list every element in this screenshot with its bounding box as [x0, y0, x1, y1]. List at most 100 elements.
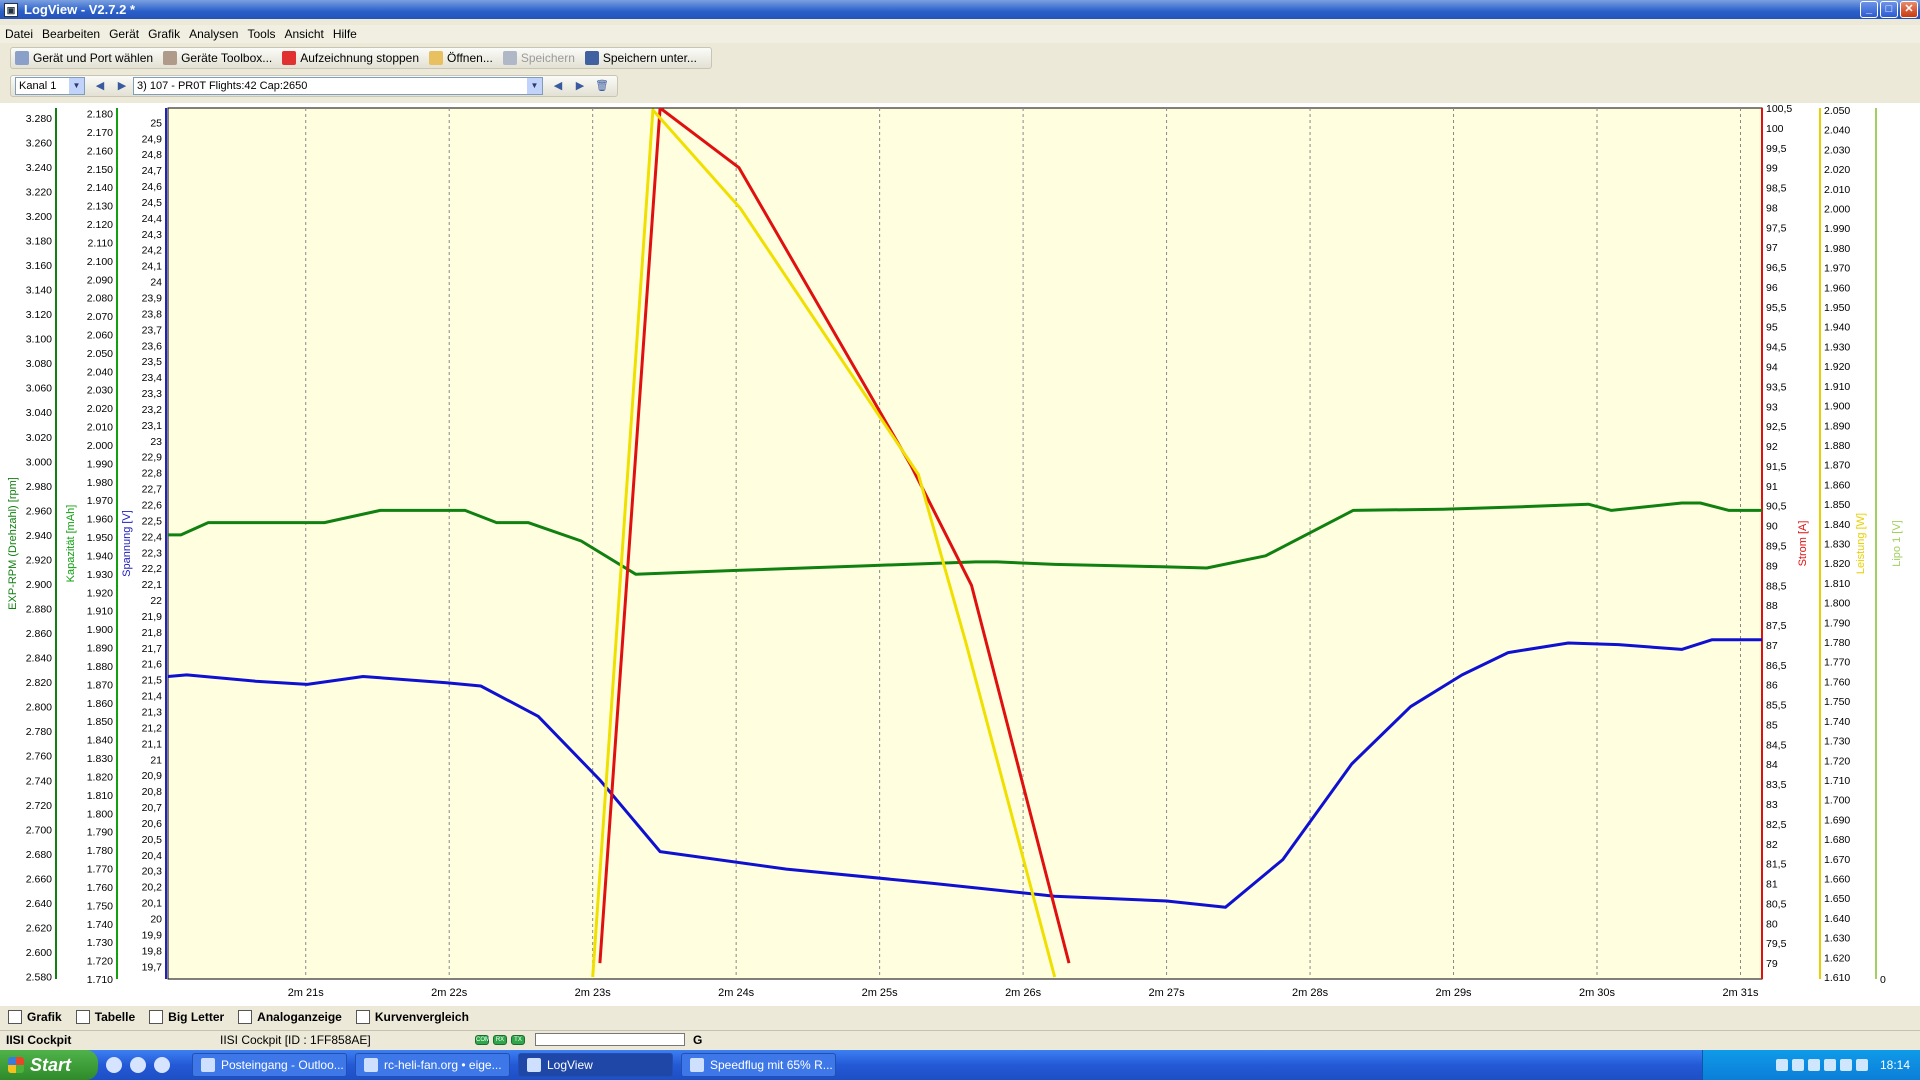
chart-area: 2m 21s 2m 22s 2m 23s 2m 24s 2m 25s 2m 26s 2m 2…: [0, 103, 1920, 1006]
menu-tools[interactable]: Tools: [247, 27, 275, 41]
y-tick-label: 20,5: [142, 834, 163, 846]
tray-icon[interactable]: [1839, 1059, 1852, 1071]
menu-ansicht[interactable]: Ansicht: [284, 27, 323, 41]
next-flight-button[interactable]: ▶: [572, 78, 588, 94]
y-tick-label: 99,5: [1766, 143, 1787, 155]
device-toolbox-button[interactable]: Geräte Toolbox...: [163, 51, 272, 65]
menu-geraet[interactable]: Gerät: [109, 27, 139, 41]
curve-compare-icon: [355, 1010, 370, 1024]
menu-grafik[interactable]: Grafik: [148, 27, 180, 41]
maximize-button[interactable]: □: [1880, 1, 1898, 18]
y-tick-label: 1.720: [1824, 755, 1850, 767]
quicklaunch-icon[interactable]: [106, 1057, 122, 1073]
save-as-button[interactable]: Speichern unter...: [584, 51, 697, 65]
y-tick-label: 2.030: [87, 385, 113, 397]
select-device-button[interactable]: Gerät und Port wählen: [15, 51, 153, 65]
y-tick-label: 20,9: [142, 770, 163, 782]
flight-select[interactable]: 3) 107 - PR0T Flights:42 Cap:2650 ▼: [133, 77, 543, 95]
minimize-button[interactable]: _: [1860, 1, 1878, 18]
y-tick-label: 1.970: [87, 495, 113, 507]
next-channel-button[interactable]: ▶: [114, 78, 130, 94]
menu-analysen[interactable]: Analysen: [189, 27, 238, 41]
y-tick-label: 2.110: [88, 237, 114, 249]
y-tick-label: 23,3: [142, 388, 163, 400]
y-tick-label: 2.100: [87, 256, 113, 268]
task-speedflug[interactable]: Speedflug mit 65% R...: [681, 1053, 836, 1077]
y-tick-label: 2.700: [26, 824, 52, 836]
y-tick-label: 1.710: [1824, 775, 1850, 787]
y-tick-label: 24,4: [142, 213, 163, 225]
y-tick-label: 88: [1766, 600, 1778, 612]
y-tick-label: 93,5: [1766, 381, 1787, 393]
y-tick-label: 1.910: [1824, 381, 1850, 393]
tray-icon[interactable]: [1775, 1059, 1788, 1071]
task-outlook[interactable]: Posteingang - Outloo...: [192, 1053, 347, 1077]
task-browser[interactable]: rc-heli-fan.org • eige...: [355, 1053, 510, 1077]
prev-flight-button[interactable]: ◀: [550, 78, 566, 94]
y-tick-label: 3.020: [26, 432, 52, 444]
tray-icon[interactable]: [1807, 1059, 1820, 1071]
y-tick-label: 96: [1766, 282, 1778, 294]
y-tick-label: 3.080: [26, 358, 52, 370]
save-button[interactable]: Speichern: [502, 51, 575, 65]
browser-icon[interactable]: [130, 1057, 146, 1073]
y-tick-label: 20: [150, 913, 162, 925]
y-tick-label: 2.800: [26, 702, 52, 714]
clock: 18:14: [1879, 1058, 1910, 1072]
y-tick-label: 1.630: [1824, 933, 1850, 945]
axis-title: Lipo 1 [V]: [1891, 520, 1903, 566]
tab-grafik[interactable]: Grafik: [6, 1009, 64, 1025]
menu-bar: Datei Bearbeiten Gerät Grafik Analysen T…: [0, 25, 1920, 43]
y-tick-label: 1.900: [87, 624, 113, 636]
tab-analoganzeige[interactable]: Analoganzeige: [236, 1009, 344, 1025]
y-tick-label: 1.920: [1824, 361, 1850, 373]
y-tick-label: 85: [1766, 719, 1778, 731]
y-tick-label: 21,5: [142, 675, 163, 687]
y-tick-label: 82: [1766, 839, 1778, 851]
open-button[interactable]: Öffnen...: [429, 51, 493, 65]
y-tick-label: 2.660: [26, 873, 52, 885]
y-tick-label: 3.180: [26, 235, 52, 247]
y-tick-label: 2.050: [1824, 105, 1850, 117]
progress-bar: [535, 1033, 685, 1046]
y-tick-label: 92: [1766, 441, 1778, 453]
tray-icon[interactable]: [1791, 1059, 1804, 1071]
channel-select[interactable]: Kanal 1 ▼: [15, 77, 85, 95]
y-tick-label: 21,4: [142, 691, 163, 703]
y-tick-label: 1.830: [87, 753, 113, 765]
tab-big-letter[interactable]: Big Letter: [147, 1009, 226, 1025]
menu-datei[interactable]: Datei: [5, 27, 33, 41]
y-tick-label: 24,6: [142, 181, 163, 193]
y-tick-label: 1.790: [87, 827, 113, 839]
y-tick-label: 1.950: [87, 532, 113, 544]
log-chart[interactable]: 2m 21s 2m 22s 2m 23s 2m 24s 2m 25s 2m 26s 2m 2…: [0, 103, 1920, 1006]
delete-flight-button[interactable]: 🗑: [594, 78, 610, 94]
main-toolbar: Gerät und Port wählen Geräte Toolbox... …: [10, 47, 712, 69]
start-button[interactable]: Start: [0, 1050, 98, 1080]
task-logview[interactable]: LogView: [518, 1053, 673, 1077]
document-icon: [690, 1058, 704, 1072]
y-tick-label: 1.880: [87, 661, 113, 673]
y-tick-label: 20,6: [142, 818, 163, 830]
close-button[interactable]: ✕: [1900, 1, 1918, 18]
axis-title: Kapazität [mAh]: [65, 505, 77, 583]
y-tick-label: 1.660: [1824, 874, 1850, 886]
menu-hilfe[interactable]: Hilfe: [333, 27, 357, 41]
tray-icon[interactable]: [1823, 1059, 1836, 1071]
tab-kurvenvergleich[interactable]: Kurvenvergleich: [354, 1009, 471, 1025]
y-tick-label: 89,5: [1766, 540, 1787, 552]
y-tick-label: 83,5: [1766, 779, 1787, 791]
y-tick-label: 1.750: [1824, 696, 1850, 708]
stop-recording-button[interactable]: Aufzeichnung stoppen: [282, 51, 419, 65]
y-tick-label: 22,8: [142, 468, 163, 480]
menu-bearbeiten[interactable]: Bearbeiten: [42, 27, 100, 41]
y-tick-label: 3.100: [26, 334, 52, 346]
prev-channel-button[interactable]: ◀: [92, 78, 108, 94]
tab-tabelle[interactable]: Tabelle: [74, 1009, 137, 1025]
y-tick-label: 20,8: [142, 786, 163, 798]
tray-icon[interactable]: [1855, 1059, 1868, 1071]
email-icon[interactable]: [154, 1057, 170, 1073]
y-tick-label: 21,3: [142, 706, 163, 718]
x-tick-label: 2m 23s: [575, 987, 612, 999]
device-port-icon: [15, 51, 29, 65]
